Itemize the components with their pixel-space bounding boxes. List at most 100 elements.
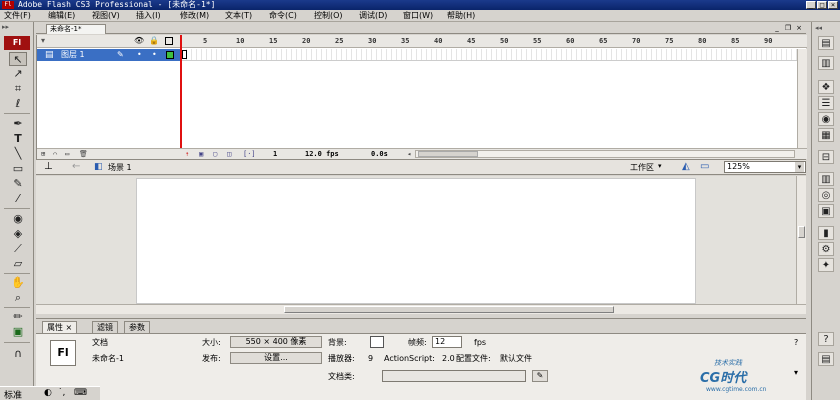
onion-skin-icon[interactable]: ▣: [199, 149, 203, 159]
edit-scene-icon[interactable]: ▭: [700, 161, 709, 172]
transform-icon[interactable]: ⊟: [818, 150, 834, 164]
eyedropper-icon[interactable]: ⟋: [9, 242, 27, 256]
playhead[interactable]: [180, 35, 182, 159]
tab-parameters[interactable]: 参数: [124, 321, 150, 333]
timeline-hscroll-thumb[interactable]: [418, 151, 478, 157]
components-inspector-icon[interactable]: ✦: [818, 258, 834, 272]
center-frame-icon[interactable]: ⇡: [185, 149, 189, 159]
layer-row[interactable]: ▤ 图层 1 ✎ • •: [37, 49, 181, 61]
timeline-toggle-icon[interactable]: ▾: [41, 36, 45, 45]
menu-debug[interactable]: 调试(D): [359, 10, 387, 22]
add-guide-icon[interactable]: ⌒: [53, 149, 57, 159]
frames-area[interactable]: [182, 49, 797, 61]
align-icon[interactable]: ☰: [818, 96, 834, 110]
lasso-icon[interactable]: ℓ: [9, 97, 27, 111]
lock-icon[interactable]: 🔒: [149, 36, 159, 45]
menu-window[interactable]: 窗口(W): [403, 10, 433, 22]
doc-restore-button[interactable]: ❐: [783, 24, 793, 33]
hand-icon[interactable]: ✋: [9, 276, 27, 290]
doc-close-button[interactable]: ×: [794, 24, 804, 33]
tab-properties[interactable]: 属性 ×: [42, 321, 78, 333]
timeline-toggle-icon[interactable]: ⊥: [44, 161, 53, 172]
layer-outline-color[interactable]: [166, 51, 174, 59]
scroll-left-icon[interactable]: ◂: [407, 149, 411, 159]
snap-icon[interactable]: ∩: [9, 347, 27, 361]
ime-mode[interactable]: 标准: [4, 388, 22, 400]
edit-symbols-icon[interactable]: ◭: [682, 161, 690, 172]
menu-insert[interactable]: 插入(I): [136, 10, 161, 22]
library-books-icon[interactable]: ▥: [818, 56, 834, 70]
minimize-button[interactable]: _: [806, 1, 816, 9]
stroke-color-icon[interactable]: ✏: [9, 310, 27, 324]
menu-help[interactable]: 帮助(H): [447, 10, 475, 22]
zoom-icon[interactable]: ⌕: [9, 291, 27, 305]
stage-vscroll-thumb[interactable]: [798, 226, 805, 238]
eye-icon[interactable]: 👁: [134, 36, 144, 45]
fps-input[interactable]: 12: [432, 336, 462, 348]
workspace-menu[interactable]: 工作区: [630, 162, 654, 173]
doc-minimize-button[interactable]: _: [772, 24, 782, 33]
moon-icon[interactable]: ◐: [44, 388, 52, 398]
menu-edit[interactable]: 编辑(E): [48, 10, 75, 22]
keyframe-blank[interactable]: [182, 50, 187, 59]
component-icon[interactable]: ❖: [818, 80, 834, 94]
arrow-icon[interactable]: ↖: [9, 52, 27, 66]
size-button[interactable]: 550 × 400 像素: [230, 336, 322, 348]
chevron-down-icon[interactable]: ▾: [658, 162, 662, 170]
ink-bottle-icon[interactable]: ◉: [9, 212, 27, 226]
keyboard-icon[interactable]: ⌨: [74, 388, 87, 398]
pencil-icon[interactable]: ✎: [9, 177, 27, 191]
fill-color-icon[interactable]: ▣: [9, 325, 27, 339]
add-folder-icon[interactable]: ▭: [65, 149, 69, 159]
help-icon[interactable]: ?: [794, 338, 798, 347]
onion-outline-icon[interactable]: ▢: [213, 149, 217, 159]
punctuation-icon[interactable]: ˙,: [58, 388, 65, 398]
collapse-icon[interactable]: ▤: [818, 352, 834, 366]
maximize-button[interactable]: □: [817, 1, 827, 9]
close-icon[interactable]: ×: [66, 323, 73, 332]
timeline-hscroll[interactable]: [415, 150, 795, 158]
menu-control[interactable]: 控制(O): [314, 10, 343, 22]
free-transform-icon[interactable]: ⌗: [9, 82, 27, 96]
info-icon[interactable]: ▦: [818, 128, 834, 142]
movie-explorer-icon[interactable]: ▮: [818, 226, 834, 240]
edit-class-pencil-icon[interactable]: ✎: [532, 370, 548, 382]
timeline-vscroll[interactable]: [797, 49, 807, 148]
stage-vscroll[interactable]: [796, 176, 806, 304]
menu-commands[interactable]: 命令(C): [269, 10, 297, 22]
settings-button[interactable]: 设置...: [230, 352, 322, 364]
pen-icon[interactable]: ✒: [9, 117, 27, 131]
tab-filters[interactable]: 滤镜: [92, 321, 118, 333]
color-mixer-icon[interactable]: ◉: [818, 112, 834, 126]
close-button[interactable]: ×: [828, 1, 838, 9]
onion-markers-icon[interactable]: [·]: [243, 149, 256, 159]
output-icon[interactable]: ⚙: [818, 242, 834, 256]
rectangle-icon[interactable]: ▭: [9, 162, 27, 176]
library-icon[interactable]: ▤: [818, 36, 834, 50]
layer-lock-dot[interactable]: •: [152, 49, 157, 61]
text-icon[interactable]: T: [9, 132, 27, 146]
stage-canvas[interactable]: [136, 178, 696, 304]
toolbox-collapse-icon[interactable]: ▸▸: [2, 23, 32, 33]
help-panel-icon[interactable]: ?: [818, 332, 834, 346]
edit-multiple-icon[interactable]: ◫: [227, 149, 231, 159]
add-layer-icon[interactable]: ⊞: [41, 149, 45, 159]
expand-panels-icon[interactable]: ◂◂: [815, 24, 822, 32]
swatches-icon[interactable]: ▥: [818, 172, 834, 186]
subselect-icon[interactable]: ↗: [9, 67, 27, 81]
document-class-input[interactable]: [382, 370, 526, 382]
back-arrow-icon[interactable]: ←: [72, 161, 80, 172]
trash-icon[interactable]: 🗑: [79, 149, 88, 159]
menu-view[interactable]: 视图(V): [92, 10, 120, 22]
line-icon[interactable]: ╲: [9, 147, 27, 161]
stage-hscroll-thumb[interactable]: [284, 306, 614, 313]
background-color-swatch[interactable]: [370, 336, 384, 348]
menu-file[interactable]: 文件(F): [4, 10, 31, 22]
menu-modify[interactable]: 修改(M): [180, 10, 209, 22]
paint-bucket-icon[interactable]: ◈: [9, 227, 27, 241]
eraser-icon[interactable]: ▱: [9, 257, 27, 271]
history-icon[interactable]: ▣: [818, 204, 834, 218]
layer-visible-dot[interactable]: •: [137, 49, 142, 61]
scene-panel-icon[interactable]: ◎: [818, 188, 834, 202]
stage-hscroll[interactable]: [36, 304, 806, 314]
